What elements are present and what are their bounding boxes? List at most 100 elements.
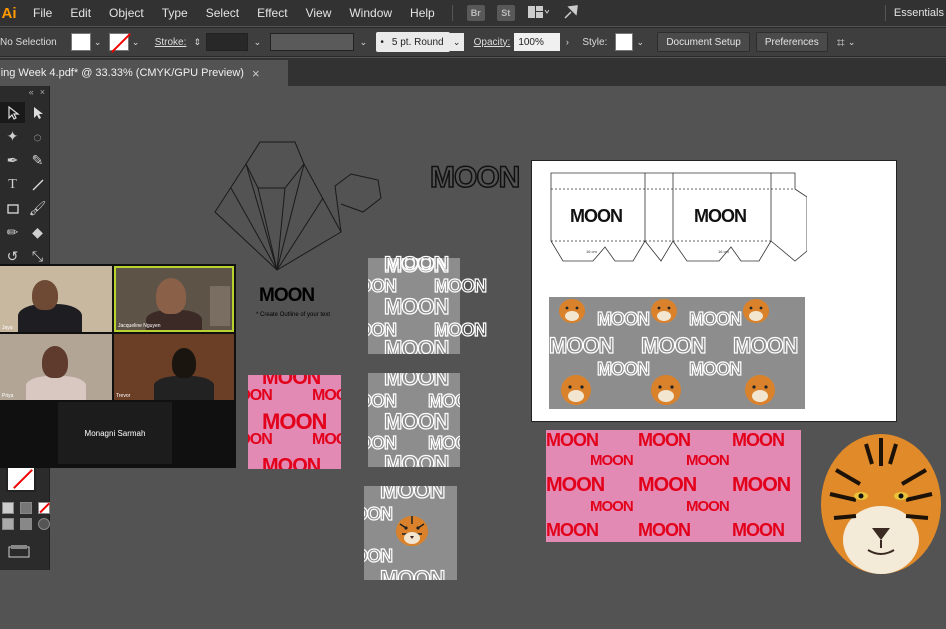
chevron-down-icon[interactable]: ⌄ bbox=[845, 33, 859, 51]
selection-status: No Selection bbox=[0, 36, 57, 48]
gradient-mode-icon[interactable] bbox=[20, 502, 32, 514]
pattern-moon-text: MOON bbox=[433, 275, 487, 296]
lasso-icon[interactable]: ◌ bbox=[25, 126, 50, 147]
video-tile[interactable]: Jaya bbox=[0, 266, 112, 332]
draw-behind-icon[interactable] bbox=[20, 518, 32, 530]
menu-file[interactable]: File bbox=[24, 6, 61, 20]
pattern-moon-text: MOON bbox=[590, 452, 634, 469]
menu-view[interactable]: View bbox=[297, 6, 341, 20]
pattern-moon-text: MOON bbox=[638, 474, 697, 496]
gpu-performance-icon[interactable] bbox=[563, 4, 579, 23]
chevron-down-icon[interactable]: ⌄ bbox=[91, 33, 105, 51]
pencil-icon[interactable]: ✏ bbox=[0, 222, 25, 243]
draw-mode-row bbox=[0, 518, 50, 530]
pattern-moon-text: MOON bbox=[312, 387, 341, 404]
paintbrush-icon[interactable]: 🖌 bbox=[25, 198, 50, 219]
moon-outlined-logo[interactable]: MOON bbox=[429, 162, 521, 194]
pattern-panel-pink-1[interactable]: MOON MOON MOON MOON MOON MOON MOON bbox=[248, 375, 341, 469]
curvature-icon[interactable]: ✎ bbox=[25, 150, 50, 171]
pattern-moon-text: MOON bbox=[379, 565, 446, 580]
pattern-moon-text: MOON bbox=[638, 430, 691, 450]
menu-edit[interactable]: Edit bbox=[61, 6, 100, 20]
document-tab[interactable]: Packaging Week 4.pdf* @ 33.33% (CMYK/GPU… bbox=[0, 60, 288, 86]
eraser-icon[interactable]: ◆ bbox=[25, 222, 50, 243]
menu-object[interactable]: Object bbox=[100, 6, 153, 20]
pattern-panel-gray-2[interactable]: MOON MOON MOON MOON MOON MOON MOON bbox=[368, 373, 460, 467]
participant-name: Jacqueline Nguyen bbox=[118, 323, 161, 329]
arrange-documents-icon[interactable] bbox=[527, 5, 550, 22]
collapse-panel-icon[interactable]: « bbox=[29, 87, 34, 97]
stroke-swatch[interactable] bbox=[108, 33, 129, 51]
active-speaker-tile[interactable]: Monagni Sarmah bbox=[58, 402, 172, 464]
chevron-right-icon[interactable]: › bbox=[560, 33, 574, 51]
pen-icon[interactable]: ✒ bbox=[0, 150, 25, 171]
opacity-label[interactable]: Opacity: bbox=[474, 37, 511, 48]
fill-swatch[interactable] bbox=[70, 33, 91, 51]
variable-width-profile[interactable] bbox=[270, 33, 355, 51]
pattern-moon-text: MOON bbox=[312, 431, 341, 448]
document-tab-title: Packaging Week 4.pdf* @ 33.33% (CMYK/GPU… bbox=[0, 67, 244, 79]
pattern-moon-text: MOON bbox=[688, 308, 742, 329]
stock-button[interactable]: St bbox=[496, 5, 515, 21]
preferences-button[interactable]: Preferences bbox=[755, 32, 828, 52]
stroke-none-swatch[interactable] bbox=[6, 466, 36, 492]
draw-inside-icon[interactable] bbox=[38, 518, 50, 530]
stroke-weight-input[interactable] bbox=[206, 33, 249, 51]
participant-head bbox=[172, 348, 196, 378]
pattern-panel-gray-3[interactable]: MOON MOON MOON MOON bbox=[364, 486, 457, 580]
chevron-down-icon[interactable]: ⌄ bbox=[356, 33, 370, 51]
brush-definition[interactable]: • 5 pt. Round bbox=[376, 32, 450, 52]
pattern-moon-text: MOON bbox=[732, 474, 791, 496]
rectangle-icon[interactable] bbox=[0, 198, 25, 219]
chevron-down-icon[interactable]: ⌄ bbox=[129, 33, 143, 51]
graphic-style-swatch[interactable] bbox=[615, 33, 634, 51]
line-icon[interactable] bbox=[25, 174, 50, 195]
direct-selection-tool-icon[interactable] bbox=[25, 102, 50, 123]
document-setup-button[interactable]: Document Setup bbox=[657, 32, 750, 52]
pattern-box-net-pink[interactable]: MOON MOON MOON MOON MOON MOON MOON MOON … bbox=[546, 430, 801, 542]
video-tile[interactable]: Priya bbox=[0, 334, 112, 400]
screen-mode-icon[interactable] bbox=[8, 544, 50, 561]
menu-effect[interactable]: Effect bbox=[248, 6, 296, 20]
pattern-moon-text: MOON bbox=[248, 431, 273, 448]
close-icon[interactable]: × bbox=[40, 87, 45, 97]
gem-box-dieline[interactable] bbox=[213, 140, 383, 272]
stepper-icon[interactable]: ⇕ bbox=[190, 33, 204, 51]
menu-type[interactable]: Type bbox=[153, 6, 197, 20]
chevron-down-icon[interactable]: ⌄ bbox=[250, 33, 264, 51]
selection-tool-icon[interactable] bbox=[0, 102, 25, 123]
tiger-illustration bbox=[745, 375, 775, 405]
artboard-dielines[interactable]: MOON MOON 16 cm 16 cm MOON MOON MOON MOO… bbox=[531, 160, 897, 422]
color-mode-icon[interactable] bbox=[2, 502, 14, 514]
pattern-moon-text: MOON bbox=[383, 251, 450, 277]
menu-separator bbox=[884, 5, 886, 21]
chevron-down-icon[interactable]: ⌄ bbox=[633, 33, 647, 51]
pattern-moon-text: MOON bbox=[546, 474, 605, 496]
menu-help[interactable]: Help bbox=[401, 6, 444, 20]
chevron-down-icon[interactable]: ⌄ bbox=[449, 33, 464, 51]
menu-select[interactable]: Select bbox=[197, 6, 248, 20]
pattern-moon-text: MOON bbox=[732, 520, 785, 540]
moon-logo-text[interactable]: MOON bbox=[259, 286, 315, 305]
stroke-label[interactable]: Stroke: bbox=[155, 37, 187, 48]
dieline-moon-logo: MOON bbox=[694, 206, 747, 226]
menu-bar: Ai File Edit Object Type Select Effect V… bbox=[0, 0, 946, 26]
pattern-moon-text: MOON bbox=[262, 455, 321, 469]
video-tile[interactable]: Trevor bbox=[114, 334, 234, 400]
bridge-button[interactable]: Br bbox=[466, 5, 485, 21]
participant-torso bbox=[26, 376, 86, 400]
video-tile-active[interactable]: Jacqueline Nguyen bbox=[114, 266, 234, 332]
align-icon[interactable]: ⌗ bbox=[837, 34, 845, 51]
menu-window[interactable]: Window bbox=[340, 6, 401, 20]
dimension-label: 16 cm bbox=[586, 249, 597, 254]
tiger-face-illustration[interactable] bbox=[816, 430, 946, 580]
none-mode-icon[interactable] bbox=[38, 502, 50, 514]
pattern-moon-text: MOON bbox=[590, 498, 634, 515]
draw-normal-icon[interactable] bbox=[2, 518, 14, 530]
opacity-input[interactable]: 100% bbox=[514, 33, 561, 51]
magic-wand-icon[interactable]: ✦ bbox=[0, 126, 25, 147]
close-icon[interactable]: × bbox=[252, 66, 260, 81]
workspace-switcher[interactable]: Essentials bbox=[894, 7, 944, 19]
type-icon[interactable]: T bbox=[0, 174, 25, 195]
illustrator-logo: Ai bbox=[1, 4, 17, 22]
